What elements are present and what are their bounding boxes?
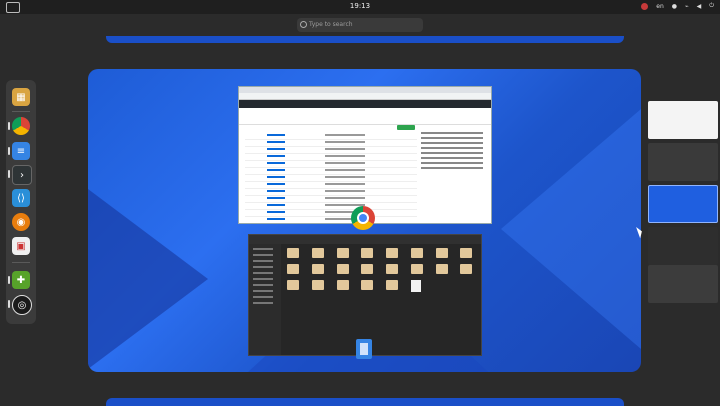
mic-icon[interactable]: ●	[672, 3, 677, 10]
list-item	[245, 196, 417, 203]
list-item	[245, 189, 417, 196]
blender-icon[interactable]: ◉	[12, 213, 30, 231]
power-icon[interactable]: ⏻	[709, 2, 714, 10]
chrome-icon[interactable]	[12, 117, 30, 135]
workspace-thumbnail-3[interactable]	[648, 185, 718, 223]
folder-icon	[311, 264, 324, 274]
wallpaper-shape	[88, 189, 208, 369]
chrome-icon	[351, 206, 375, 230]
text-editor-icon	[356, 339, 372, 359]
top-bar: 19:13 en ● ⌁ ◀ ⏻	[0, 0, 720, 14]
folder-icon	[410, 248, 423, 258]
active-workspace[interactable]	[88, 69, 641, 372]
record-indicator-icon[interactable]	[641, 2, 649, 10]
search-input[interactable]: Type to search	[297, 18, 423, 32]
file-manager-sidebar	[249, 244, 281, 355]
folder-icon	[410, 264, 423, 274]
folder-icon	[435, 248, 448, 258]
language-indicator[interactable]: en	[656, 3, 664, 10]
folder-icon	[287, 264, 299, 274]
workspace-thumbnail-5[interactable]	[648, 265, 718, 303]
code-button	[397, 125, 415, 130]
repo-title	[239, 108, 491, 118]
terminal-icon[interactable]: ›	[12, 165, 32, 185]
search-placeholder: Type to search	[309, 21, 353, 28]
extensions-icon[interactable]: ✚	[12, 271, 30, 289]
folder-icon	[386, 264, 398, 274]
browser-window-preview[interactable]	[238, 86, 492, 224]
repo-about-panel	[421, 129, 483, 219]
folder-icon	[311, 248, 324, 258]
volume-icon[interactable]: ◀	[697, 3, 702, 10]
network-icon[interactable]: ⌁	[685, 3, 689, 10]
folder-icon	[435, 264, 448, 274]
folder-icon	[361, 264, 374, 274]
workspace-next-preview[interactable]	[106, 398, 624, 406]
list-item	[245, 133, 417, 140]
file-icon	[410, 280, 421, 292]
dock-separator	[12, 111, 30, 112]
folder-icon	[386, 248, 398, 258]
dock: ▦ ≡ › ⟨⟩ ◉ ▣ ✚ ◎	[6, 80, 36, 324]
app-grid-icon[interactable]: ▦	[12, 88, 30, 106]
file-manager-header	[249, 235, 481, 244]
workspace-thumbnail-4[interactable]	[648, 227, 718, 265]
folder-icon	[460, 248, 473, 258]
list-item	[245, 217, 417, 223]
file-manager-window-preview[interactable]	[248, 234, 482, 356]
folder-icon	[386, 280, 398, 290]
search-icon	[300, 21, 307, 28]
list-item	[245, 154, 417, 161]
running-indicator	[8, 300, 10, 308]
folder-icon	[336, 248, 349, 258]
running-indicator	[8, 122, 10, 130]
file-list	[245, 133, 417, 223]
workspace-thumbnail-1[interactable]	[648, 101, 718, 139]
text-editor-icon[interactable]: ≡	[12, 142, 30, 160]
running-indicator	[8, 276, 10, 284]
running-indicator	[8, 170, 10, 178]
dock-separator	[12, 262, 30, 263]
list-item	[245, 210, 417, 217]
github-header	[239, 100, 491, 108]
list-item	[245, 168, 417, 175]
folder-icon	[361, 248, 374, 258]
obs-icon[interactable]: ◎	[12, 295, 32, 315]
folder-grid	[287, 248, 477, 292]
workspace-previous-preview[interactable]	[106, 36, 624, 43]
folder-icon	[361, 280, 374, 290]
list-item	[245, 203, 417, 210]
folder-icon	[336, 280, 349, 290]
folder-icon	[311, 280, 324, 290]
workspace-thumbnail-2[interactable]	[648, 143, 718, 181]
folder-icon	[336, 264, 349, 274]
vscode-icon[interactable]: ⟨⟩	[12, 189, 30, 207]
folder-icon	[287, 248, 299, 258]
repo-nav-tabs	[239, 118, 491, 125]
system-tray[interactable]: en ● ⌁ ◀ ⏻	[641, 2, 714, 10]
folder-icon	[460, 264, 473, 274]
browser-address-bar	[239, 93, 491, 100]
list-item	[245, 147, 417, 154]
list-item	[245, 175, 417, 182]
list-item	[245, 182, 417, 189]
folder-icon	[287, 280, 299, 290]
list-item	[245, 161, 417, 168]
wallpaper-shape	[501, 109, 641, 349]
software-center-icon[interactable]: ▣	[12, 237, 30, 255]
clock[interactable]: 19:13	[0, 2, 720, 10]
running-indicator	[8, 147, 10, 155]
list-item	[245, 140, 417, 147]
